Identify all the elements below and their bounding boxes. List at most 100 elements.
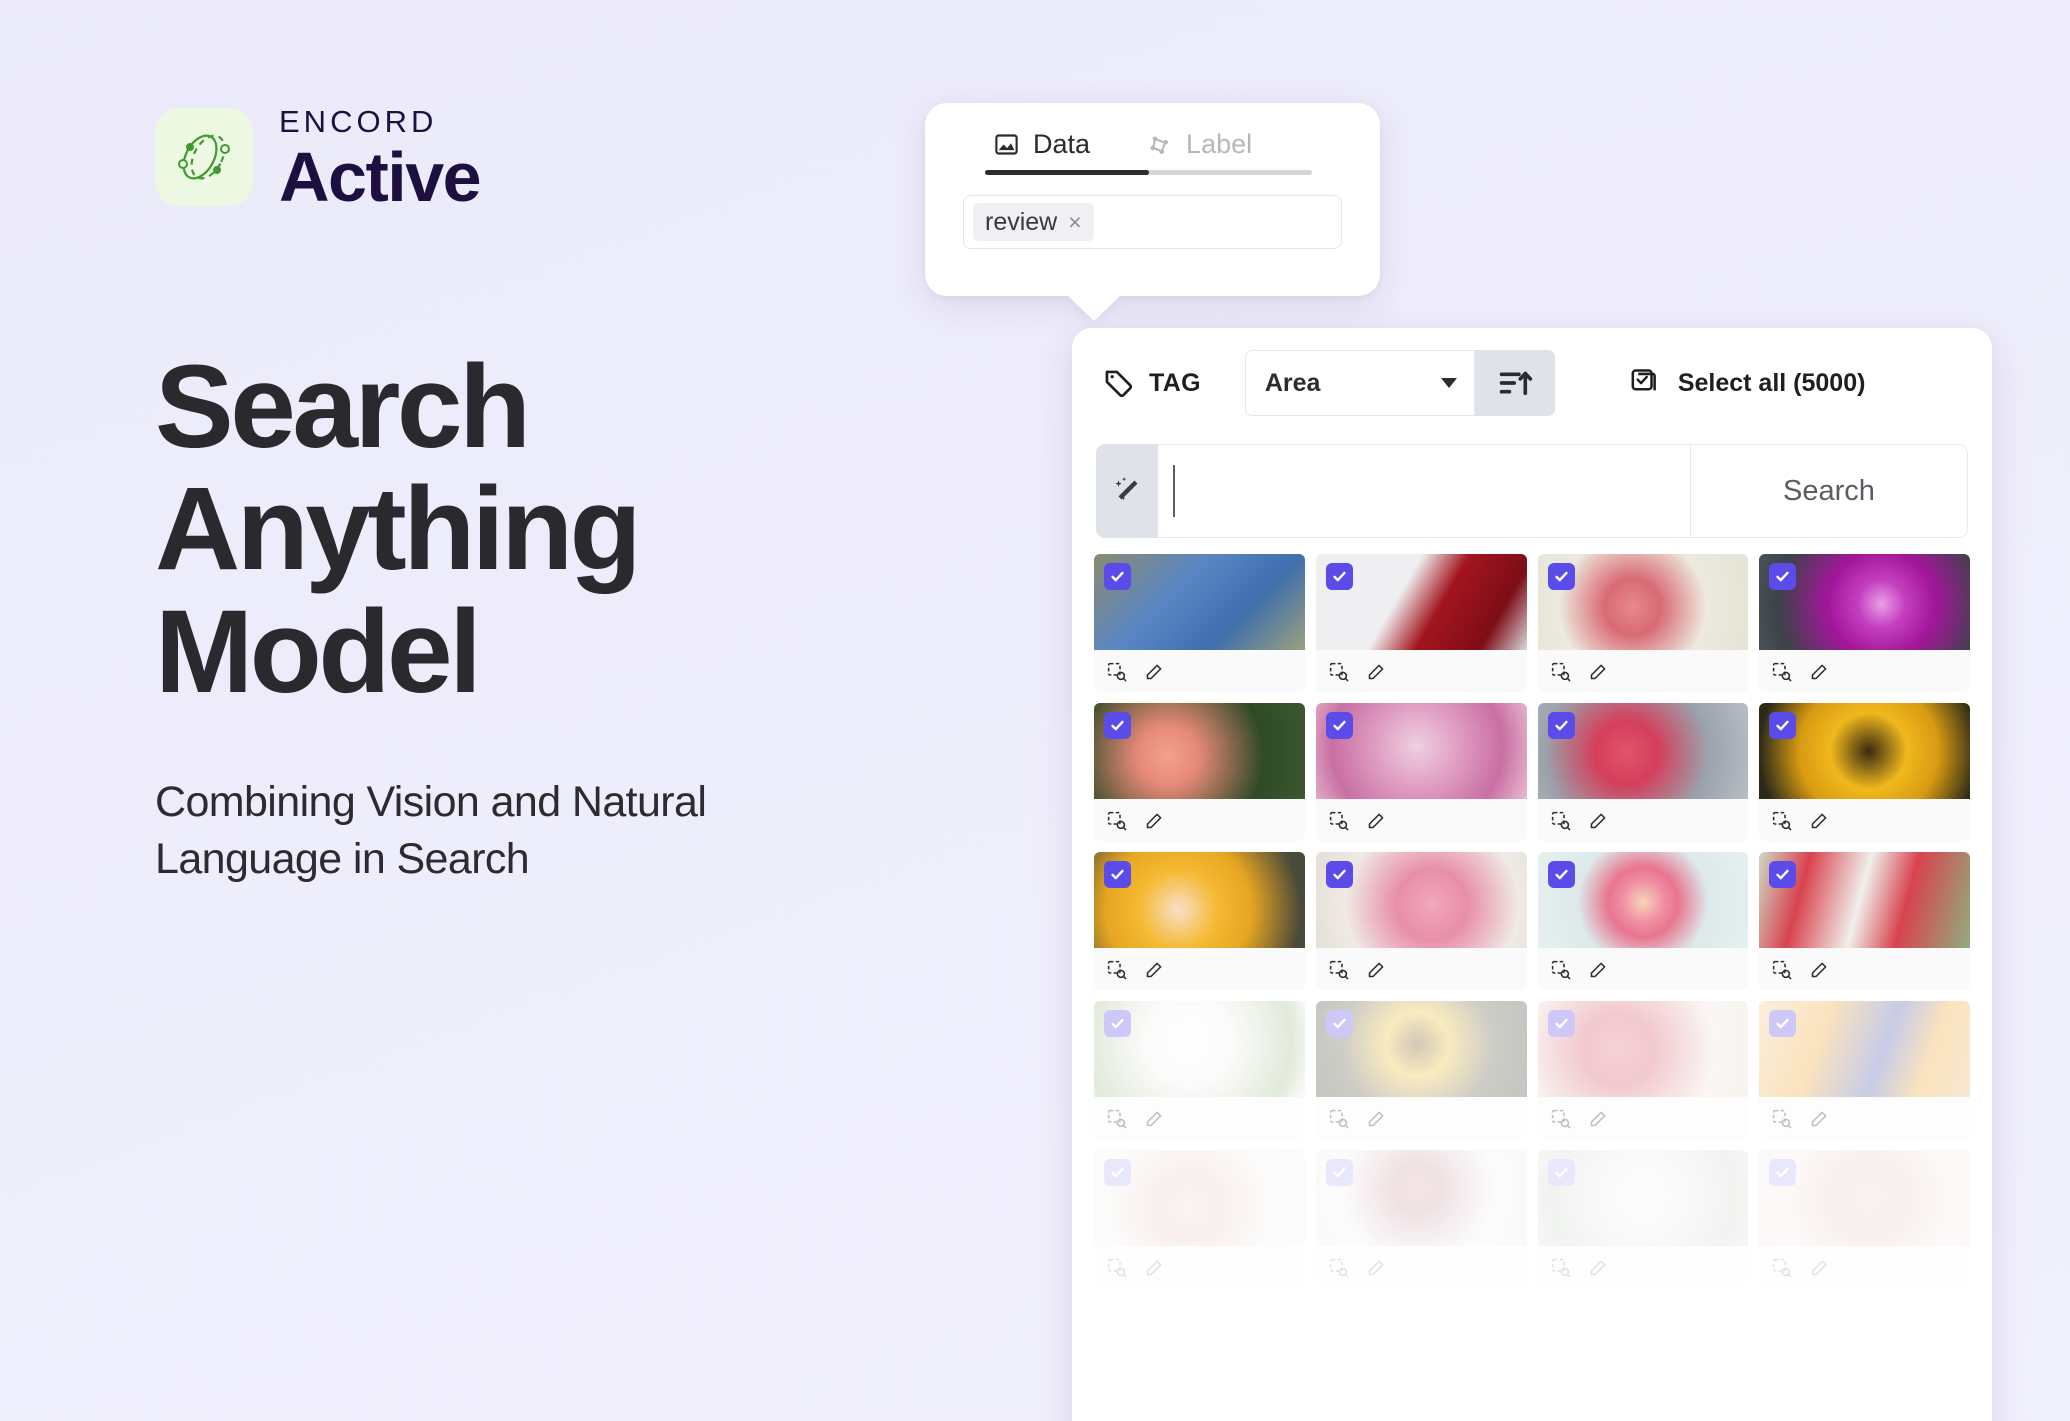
card-checkbox[interactable] bbox=[1104, 1159, 1131, 1186]
edit-icon[interactable] bbox=[1809, 959, 1830, 980]
close-icon[interactable]: × bbox=[1068, 210, 1081, 234]
thumbnail[interactable] bbox=[1315, 554, 1527, 650]
edit-icon[interactable] bbox=[1144, 1257, 1165, 1278]
card-checkbox[interactable] bbox=[1547, 712, 1575, 739]
grid-card[interactable] bbox=[1537, 1001, 1749, 1139]
grid-card[interactable] bbox=[1537, 554, 1749, 692]
find-similar-icon[interactable] bbox=[1328, 1108, 1349, 1129]
thumbnail[interactable] bbox=[1315, 703, 1527, 799]
card-checkbox[interactable] bbox=[1325, 1010, 1353, 1037]
thumbnail[interactable] bbox=[1537, 1001, 1749, 1097]
search-input[interactable] bbox=[1158, 444, 1690, 538]
edit-icon[interactable] bbox=[1144, 959, 1165, 980]
thumbnail[interactable] bbox=[1315, 852, 1527, 948]
grid-card[interactable] bbox=[1094, 703, 1305, 841]
find-similar-icon[interactable] bbox=[1328, 661, 1349, 682]
card-checkbox[interactable] bbox=[1769, 1159, 1797, 1186]
find-similar-icon[interactable] bbox=[1771, 1257, 1792, 1278]
find-similar-icon[interactable] bbox=[1328, 1257, 1349, 1278]
thumbnail[interactable] bbox=[1315, 1001, 1527, 1097]
edit-icon[interactable] bbox=[1588, 1108, 1609, 1129]
card-checkbox[interactable] bbox=[1769, 1010, 1797, 1037]
find-similar-icon[interactable] bbox=[1106, 661, 1127, 682]
find-similar-icon[interactable] bbox=[1106, 810, 1127, 831]
thumbnail[interactable] bbox=[1759, 1001, 1970, 1097]
find-similar-icon[interactable] bbox=[1106, 1108, 1127, 1129]
edit-icon[interactable] bbox=[1144, 661, 1165, 682]
edit-icon[interactable] bbox=[1588, 810, 1609, 831]
grid-card[interactable] bbox=[1537, 703, 1749, 841]
card-checkbox[interactable] bbox=[1325, 712, 1353, 739]
find-similar-icon[interactable] bbox=[1106, 1257, 1127, 1278]
edit-icon[interactable] bbox=[1366, 959, 1387, 980]
card-checkbox[interactable] bbox=[1325, 861, 1353, 888]
card-checkbox[interactable] bbox=[1547, 1010, 1575, 1037]
thumbnail[interactable] bbox=[1094, 554, 1305, 650]
edit-icon[interactable] bbox=[1366, 661, 1387, 682]
find-similar-icon[interactable] bbox=[1550, 1108, 1571, 1129]
find-similar-icon[interactable] bbox=[1771, 661, 1792, 682]
thumbnail[interactable] bbox=[1315, 1150, 1527, 1246]
grid-card[interactable] bbox=[1759, 1001, 1970, 1139]
sort-direction-button[interactable] bbox=[1474, 350, 1555, 416]
thumbnail[interactable] bbox=[1094, 1001, 1305, 1097]
tag-chip-review[interactable]: review × bbox=[973, 203, 1094, 241]
find-similar-icon[interactable] bbox=[1550, 661, 1571, 682]
thumbnail[interactable] bbox=[1537, 1150, 1749, 1246]
card-checkbox[interactable] bbox=[1769, 861, 1797, 888]
find-similar-icon[interactable] bbox=[1328, 810, 1349, 831]
edit-icon[interactable] bbox=[1809, 1108, 1830, 1129]
grid-card[interactable] bbox=[1537, 852, 1749, 990]
thumbnail[interactable] bbox=[1094, 703, 1305, 799]
edit-icon[interactable] bbox=[1366, 810, 1387, 831]
tag-input[interactable]: review × bbox=[963, 195, 1342, 249]
grid-card[interactable] bbox=[1759, 1150, 1970, 1288]
edit-icon[interactable] bbox=[1809, 661, 1830, 682]
thumbnail[interactable] bbox=[1094, 1150, 1305, 1246]
grid-card[interactable] bbox=[1537, 1150, 1749, 1288]
card-checkbox[interactable] bbox=[1104, 712, 1131, 739]
edit-icon[interactable] bbox=[1144, 1108, 1165, 1129]
find-similar-icon[interactable] bbox=[1550, 1257, 1571, 1278]
grid-card[interactable] bbox=[1094, 1001, 1305, 1139]
tab-data[interactable]: Data bbox=[993, 129, 1090, 170]
thumbnail[interactable] bbox=[1759, 703, 1970, 799]
thumbnail[interactable] bbox=[1537, 554, 1749, 650]
edit-icon[interactable] bbox=[1809, 810, 1830, 831]
edit-icon[interactable] bbox=[1366, 1108, 1387, 1129]
thumbnail[interactable] bbox=[1537, 852, 1749, 948]
card-checkbox[interactable] bbox=[1104, 563, 1131, 590]
edit-icon[interactable] bbox=[1366, 1257, 1387, 1278]
thumbnail[interactable] bbox=[1759, 554, 1970, 650]
edit-icon[interactable] bbox=[1144, 810, 1165, 831]
grid-card[interactable] bbox=[1094, 852, 1305, 990]
edit-icon[interactable] bbox=[1588, 661, 1609, 682]
grid-card[interactable] bbox=[1094, 554, 1305, 692]
find-similar-icon[interactable] bbox=[1550, 810, 1571, 831]
card-checkbox[interactable] bbox=[1547, 861, 1575, 888]
thumbnail[interactable] bbox=[1759, 1150, 1970, 1246]
grid-card[interactable] bbox=[1759, 852, 1970, 990]
find-similar-icon[interactable] bbox=[1771, 959, 1792, 980]
edit-icon[interactable] bbox=[1809, 1257, 1830, 1278]
grid-card[interactable] bbox=[1094, 1150, 1305, 1288]
card-checkbox[interactable] bbox=[1769, 712, 1797, 739]
card-checkbox[interactable] bbox=[1547, 1159, 1575, 1186]
thumbnail[interactable] bbox=[1537, 703, 1749, 799]
sort-metric-select[interactable]: Area bbox=[1244, 350, 1475, 416]
grid-card[interactable] bbox=[1759, 703, 1970, 841]
grid-card[interactable] bbox=[1315, 703, 1527, 841]
find-similar-icon[interactable] bbox=[1550, 959, 1571, 980]
edit-icon[interactable] bbox=[1588, 1257, 1609, 1278]
magic-search-toggle[interactable] bbox=[1096, 444, 1158, 538]
grid-card[interactable] bbox=[1315, 1150, 1527, 1288]
tab-label[interactable]: Label bbox=[1146, 129, 1252, 170]
card-checkbox[interactable] bbox=[1104, 861, 1131, 888]
tag-button[interactable]: TAG bbox=[1102, 366, 1201, 400]
grid-card[interactable] bbox=[1759, 554, 1970, 692]
grid-card[interactable] bbox=[1315, 554, 1527, 692]
thumbnail[interactable] bbox=[1094, 852, 1305, 948]
edit-icon[interactable] bbox=[1588, 959, 1609, 980]
find-similar-icon[interactable] bbox=[1106, 959, 1127, 980]
card-checkbox[interactable] bbox=[1104, 1010, 1131, 1037]
